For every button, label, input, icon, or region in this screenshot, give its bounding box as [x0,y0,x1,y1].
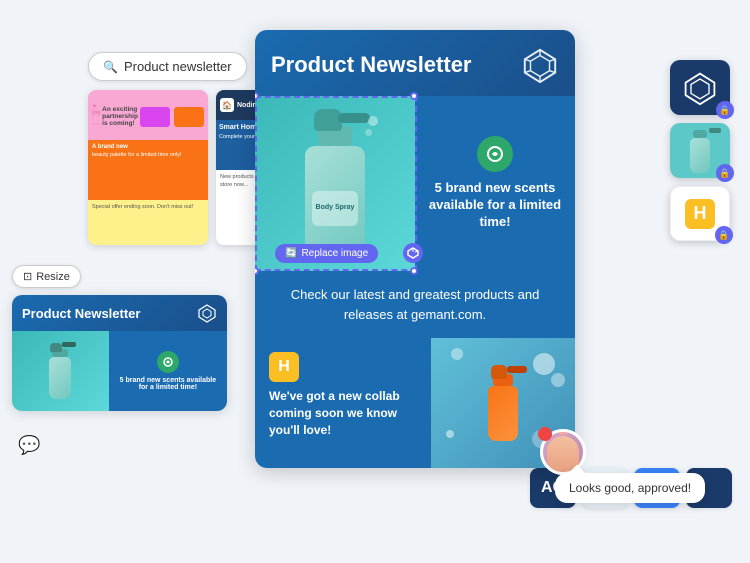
selection-handle-tr[interactable] [410,92,418,100]
mini-card-content: 5 brand new scents available for a limit… [12,331,227,411]
thumb2-home-icon: 🏠 [220,98,234,112]
mini-product-image [12,331,109,411]
approval-message: Looks good, approved! [569,481,691,495]
right-icon-panel: 🔒 🔒 H 🔒 [670,60,730,241]
main-newsletter-card: Product Newsletter Body Spray [255,30,575,468]
mini-preview-card: Product Newsletter 5 brand new scents av… [12,295,227,411]
resize-label: Resize [36,271,70,283]
mini-text-block: 5 brand new scents available for a limit… [109,331,227,411]
thumb1-bottom: Special offer ending soon. Don't miss ou… [88,200,208,245]
lock-badge-3: 🔒 [715,226,733,244]
card-image-section: Body Spray 5 brand new scents available … [255,96,575,271]
card-collab-section: H We've got a new collab coming soon we … [255,338,575,468]
selection-handle-br[interactable] [410,267,418,275]
scent-icon [477,136,513,172]
replace-label: Replace image [301,248,368,259]
card-scent-info: 5 brand new scents available for a limit… [415,96,575,271]
resize-button[interactable]: ⊡ Resize [12,265,81,288]
icon-card-geo[interactable]: 🔒 [670,60,730,115]
notification-dot [538,427,552,441]
resize-icon: ⊡ [23,270,32,283]
search-bar[interactable]: 🔍 Product newsletter [88,52,247,81]
mini-card-header: Product Newsletter [12,295,227,331]
thumb1-orange: A brand new beauty palette for a limited… [88,140,208,200]
search-icon: 🔍 [103,60,118,74]
lock-badge-2: 🔒 [716,164,734,182]
mini-scent-icon [157,351,179,373]
replace-image-button[interactable]: 🔄 Replace image [275,244,378,263]
mini-card-logo [197,303,217,323]
lock-badge-1: 🔒 [716,101,734,119]
icon-card-bottle[interactable]: 🔒 [670,123,730,178]
scent-description: 5 brand new scents available for a limit… [427,180,563,231]
card-title: Product Newsletter [271,52,472,78]
card-blue-text-section: Check our latest and greatest products a… [255,271,575,338]
thumb1-header: ✦ joy · ···· An exciting partnership is … [88,90,208,140]
card-header: Product Newsletter [255,30,575,96]
replace-dot-button[interactable] [403,243,423,263]
blue-text-content: Check our latest and greatest products a… [275,285,555,324]
template-thumbnail-1[interactable]: ✦ joy · ···· An exciting partnership is … [88,90,208,245]
collab-h-icon: H [269,352,299,382]
icon-card-h[interactable]: H 🔒 [670,186,730,241]
approval-bubble: Looks good, approved! [555,473,705,503]
collab-text: We've got a new collab coming soon we kn… [269,388,417,438]
mini-card-title: Product Newsletter [22,306,140,321]
chat-icon[interactable]: 💬 [18,435,46,463]
mini-scent-text: 5 brand new scents available for a limit… [115,377,221,391]
h-icon: H [685,199,715,229]
card-logo-icon [521,46,559,84]
geo-icon [682,70,718,106]
replace-icon: 🔄 [285,248,297,259]
collab-left-panel: H We've got a new collab coming soon we … [255,338,431,468]
search-input-value: Product newsletter [124,59,232,74]
